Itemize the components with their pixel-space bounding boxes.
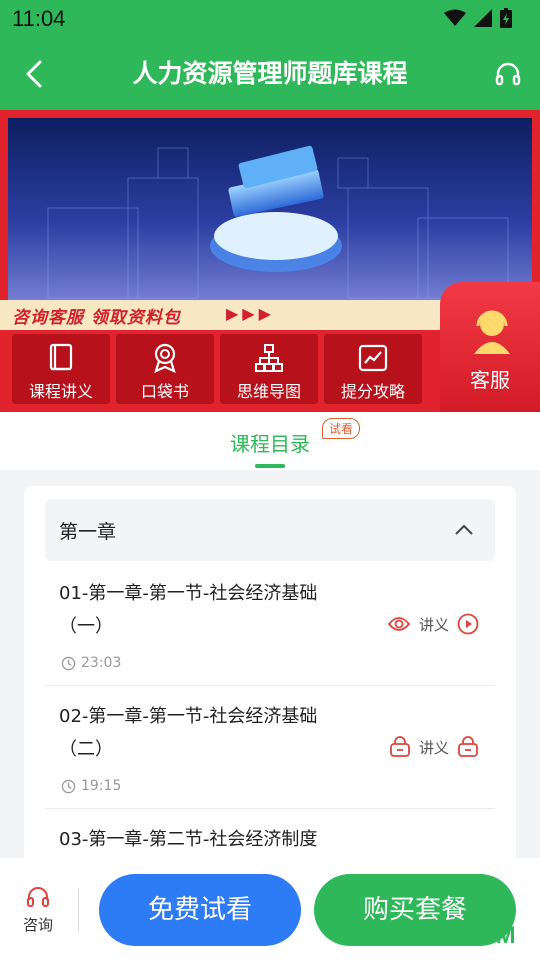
headphones-icon[interactable]: [494, 60, 522, 88]
lesson-title: 03-第一章-第二节-社会经济制度: [59, 829, 318, 850]
status-bar: 11:04: [0, 0, 540, 38]
eye-icon[interactable]: [387, 614, 411, 634]
tab-bar: 课程目录 试看: [0, 412, 540, 470]
play-icon[interactable]: [457, 613, 479, 635]
tab-course-catalog[interactable]: 课程目录: [0, 428, 540, 457]
lock-icon: [458, 736, 478, 757]
handout-link[interactable]: 讲义: [419, 614, 449, 635]
lesson-duration: 19:15: [61, 778, 121, 794]
app-bar: 人力资源管理师题库课程: [0, 38, 540, 110]
banner-illustration: [8, 118, 532, 310]
quick-link-strategy[interactable]: 提分攻略: [324, 334, 422, 404]
lesson-duration-text: 19:15: [81, 778, 122, 794]
battery-icon: [500, 8, 512, 28]
wifi-icon: [444, 9, 466, 26]
chapter-header[interactable]: 第一章: [45, 499, 495, 561]
clock-icon: [61, 656, 76, 670]
status-time: 11:04: [12, 6, 66, 31]
promo-banner[interactable]: 咨询客服 领取资料包 ▶▶▶ 课程讲义 口袋书 思维导图 提分攻略 客服: [0, 110, 540, 412]
tab-active-indicator: [255, 464, 285, 468]
mindmap-icon: [255, 344, 283, 372]
chevron-up-icon[interactable]: [453, 519, 475, 541]
consult-button[interactable]: 咨询: [16, 886, 60, 935]
quick-link-label: 提分攻略: [340, 382, 405, 401]
lesson-item[interactable]: 02-第一章-第一节-社会经济基础（二） 19:15 讲义: [45, 686, 495, 809]
lesson-duration: 23:03: [61, 655, 121, 671]
banner-promo-arrows: ▶▶▶: [226, 304, 275, 323]
trial-badge: 试看: [322, 418, 361, 439]
page-title: 人力资源管理师题库课程: [132, 59, 408, 88]
handout-link[interactable]: 讲义: [419, 737, 449, 758]
lesson-actions: 讲义: [389, 736, 479, 758]
consult-label: 咨询: [22, 916, 53, 934]
watermark: ITMOP.COM: [380, 922, 516, 949]
banner-promo-text: 咨询客服 领取资料包: [12, 308, 181, 328]
signal-icon: [474, 9, 492, 27]
banner-promo-strip[interactable]: 咨询客服 领取资料包 ▶▶▶: [0, 300, 445, 330]
customer-service-label: 客服: [470, 368, 510, 392]
quick-link-mindmap[interactable]: 思维导图: [220, 334, 318, 404]
quick-link-handout[interactable]: 课程讲义: [12, 334, 110, 404]
lesson-title: 02-第一章-第一节-社会经济基础（二）: [59, 706, 318, 760]
status-icons: [444, 8, 512, 28]
customer-service-button[interactable]: 客服: [440, 282, 540, 412]
free-trial-button[interactable]: 免费试看: [99, 874, 301, 946]
divider: [78, 888, 79, 932]
quick-link-pocketbook[interactable]: 口袋书: [116, 334, 214, 404]
clock-icon: [61, 779, 76, 793]
quick-link-label: 思维导图: [236, 382, 301, 401]
book-icon: [49, 343, 73, 371]
lesson-actions: 讲义: [387, 613, 479, 635]
lesson-title: 01-第一章-第一节-社会经济基础（一）: [59, 583, 318, 637]
chapter-title: 第一章: [59, 521, 117, 543]
lock-icon: [390, 736, 410, 757]
chart-icon: [358, 344, 388, 372]
service-agent-icon: [474, 310, 510, 354]
lesson-duration-text: 23:03: [81, 655, 122, 671]
lesson-item[interactable]: 01-第一章-第一节-社会经济基础（一） 23:03 讲义: [45, 563, 495, 686]
headphones-icon: [27, 887, 49, 907]
quick-link-label: 口袋书: [140, 382, 189, 401]
quick-link-label: 课程讲义: [28, 382, 93, 401]
award-icon: [154, 343, 176, 373]
banner-quick-links: 课程讲义 口袋书 思维导图 提分攻略: [12, 334, 422, 404]
course-list-card: 第一章 01-第一章-第一节-社会经济基础（一） 23:03 讲义 02-第一章…: [24, 486, 516, 886]
